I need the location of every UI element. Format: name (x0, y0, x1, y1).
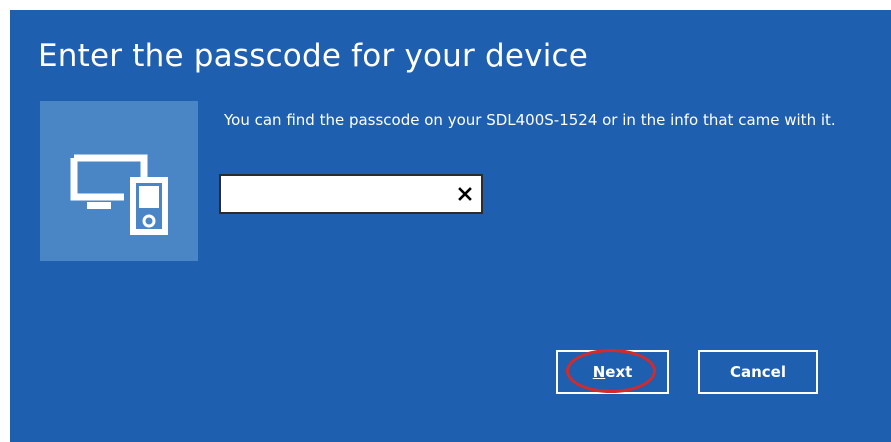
instructions-text: You can find the passcode on your SDL400… (224, 111, 836, 129)
passcode-field[interactable] (219, 174, 483, 214)
next-label: ext (605, 363, 633, 381)
clear-button[interactable] (453, 181, 477, 207)
dialog-title: Enter the passcode for your device (38, 38, 589, 74)
close-icon (458, 187, 472, 201)
passcode-input[interactable] (221, 176, 451, 212)
next-access-key: N (592, 363, 606, 381)
cancel-button[interactable]: Cancel (698, 350, 818, 394)
devices-icon (70, 154, 168, 235)
passcode-dialog: Enter the passcode for your device You c… (10, 10, 891, 442)
device-tile (40, 101, 198, 261)
cancel-label: Cancel (729, 363, 786, 381)
next-button[interactable]: Next (556, 350, 669, 394)
screen: Enter the passcode for your device You c… (0, 0, 891, 442)
